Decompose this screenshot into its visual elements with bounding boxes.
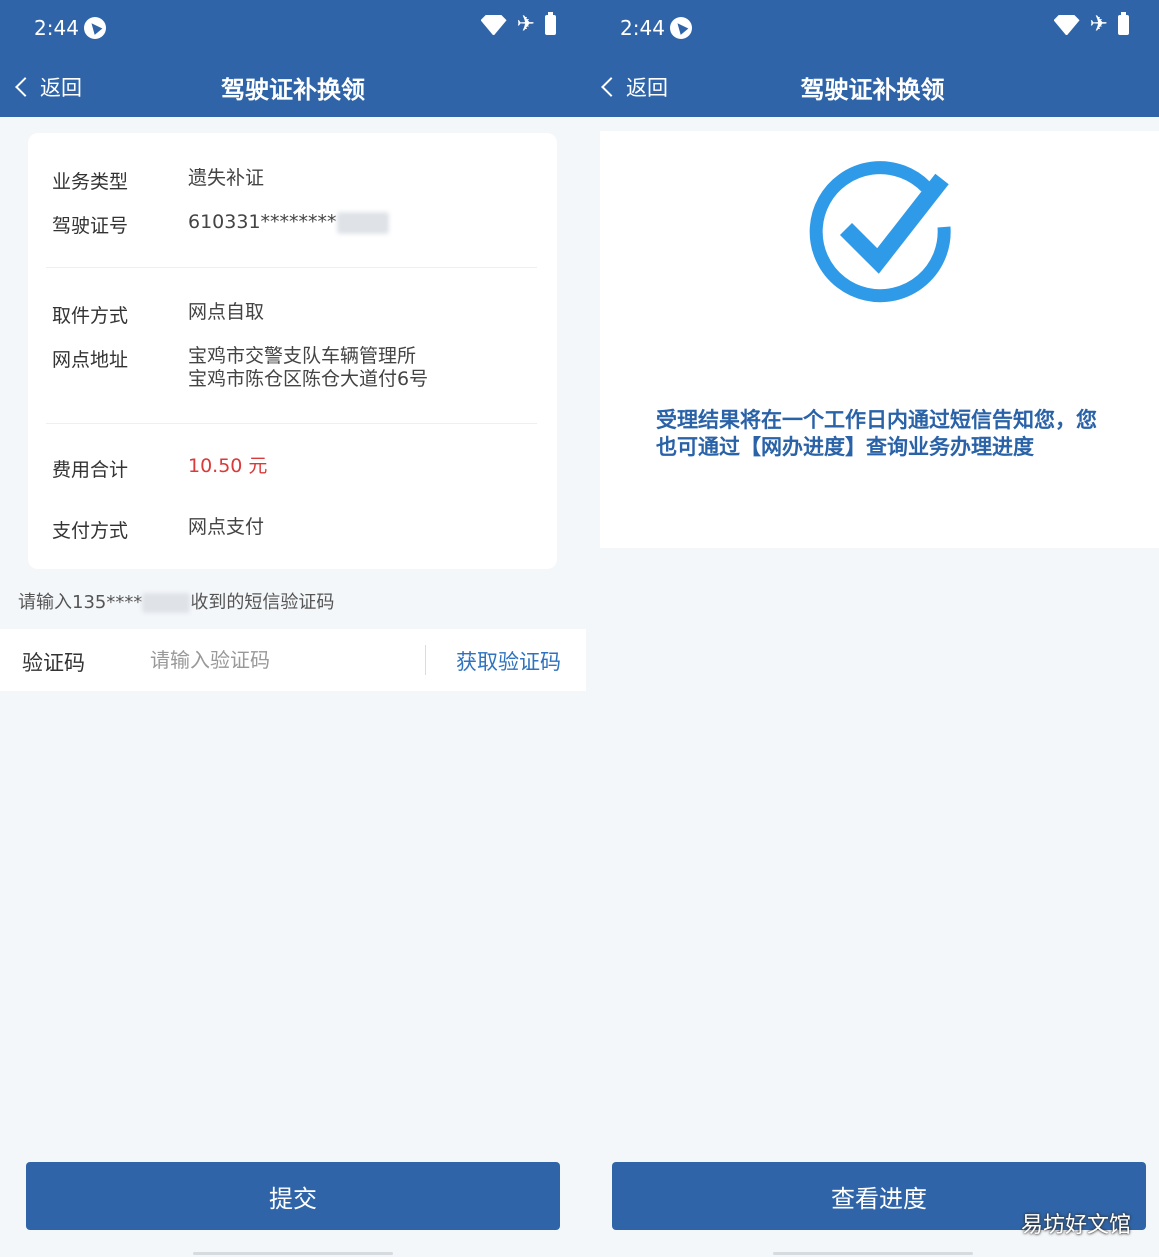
airplane-icon: ✈ — [1089, 12, 1108, 37]
business-type-value: 遗失补证 — [188, 167, 265, 189]
home-indicator — [193, 1252, 393, 1255]
phone-screen-result: 2:44 ✈ 返回 驾驶证补换领 受理结果将在一个工作日内通过短信告知您，您也可… — [586, 0, 1159, 1257]
result-card: 受理结果将在一个工作日内通过短信告知您，您也可通过【网办进度】查询业务办理进度 — [600, 131, 1159, 548]
battery-icon — [1118, 12, 1129, 35]
business-type-label: 业务类型 — [52, 171, 129, 193]
status-time: 2:44 — [620, 16, 665, 40]
status-bar: 2:44 ✈ — [586, 0, 1159, 58]
verification-code-row: 验证码 获取验证码 — [0, 629, 586, 691]
location-arrow-icon — [670, 17, 692, 39]
submit-button[interactable]: 提交 — [26, 1162, 560, 1230]
check-circle-icon — [809, 161, 951, 303]
wifi-icon — [481, 15, 507, 35]
get-code-button[interactable]: 获取验证码 — [456, 646, 561, 676]
page-title: 驾驶证补换领 — [221, 76, 365, 104]
sms-hint-prefix: 请输入135**** — [18, 592, 143, 613]
address-line-1: 宝鸡市交警支队车辆管理所 — [188, 345, 417, 367]
address-line-2: 宝鸡市陈仓区陈仓大道付6号 — [188, 368, 429, 390]
result-message: 受理结果将在一个工作日内通过短信告知您，您也可通过【网办进度】查询业务办理进度 — [656, 408, 1097, 459]
branch-address-label: 网点地址 — [52, 349, 129, 371]
page-title: 驾驶证补换领 — [800, 76, 945, 104]
verification-code-input[interactable] — [150, 643, 410, 677]
verification-code-label: 验证码 — [22, 651, 85, 675]
sms-hint: 请输入135**** 收到的短信验证码 — [18, 588, 334, 614]
branch-address-value: 宝鸡市交警支队车辆管理所 宝鸡市陈仓区陈仓大道付6号 — [188, 345, 428, 391]
battery-icon — [545, 12, 556, 35]
redacted-blur — [142, 593, 191, 613]
airplane-icon: ✈ — [516, 12, 535, 37]
status-icons: ✈ — [1054, 12, 1129, 37]
divider — [46, 267, 537, 268]
status-bar: 2:44 ✈ — [0, 0, 586, 58]
location-arrow-icon — [84, 17, 106, 39]
sms-hint-suffix: 收到的短信验证码 — [190, 592, 335, 613]
pickup-method-label: 取件方式 — [52, 305, 129, 327]
business-type-row: 业务类型 遗失补证 — [52, 167, 264, 194]
application-summary-card: 业务类型 遗失补证 驾驶证号 610331******** 取件方式 网点自取 … — [28, 133, 557, 569]
branch-address-row: 网点地址 宝鸡市交警支队车辆管理所 宝鸡市陈仓区陈仓大道付6号 — [52, 345, 428, 391]
phone-screen-form: 2:44 ✈ 返回 驾驶证补换领 业务类型 遗失补证 驾驶证号 610331**… — [0, 0, 586, 1257]
wifi-icon — [1054, 15, 1080, 35]
license-number-label: 驾驶证号 — [52, 215, 129, 237]
license-number-row: 驾驶证号 610331******** — [52, 211, 389, 238]
payment-method-row: 支付方式 网点支付 — [52, 516, 264, 543]
payment-method-value: 网点支付 — [188, 516, 265, 538]
pickup-method-row: 取件方式 网点自取 — [52, 301, 264, 328]
home-indicator — [773, 1252, 973, 1255]
redacted-blur — [336, 211, 389, 234]
fee-total-value: 10.50 元 — [188, 455, 268, 477]
payment-method-label: 支付方式 — [52, 520, 129, 542]
divider — [425, 645, 426, 675]
license-number-value-wrap: 610331******** — [188, 211, 389, 238]
status-icons: ✈ — [481, 12, 556, 37]
pickup-method-value: 网点自取 — [188, 301, 265, 323]
fee-total-row: 费用合计 10.50 元 — [52, 455, 267, 482]
watermark: 易坊好文馆 — [1020, 1213, 1131, 1238]
divider — [46, 423, 537, 424]
nav-bar: 返回 驾驶证补换领 — [586, 58, 1159, 117]
nav-bar: 返回 驾驶证补换领 — [0, 58, 586, 117]
status-time: 2:44 — [34, 16, 79, 40]
license-number-value: 610331******** — [188, 211, 337, 233]
fee-total-label: 费用合计 — [52, 459, 129, 481]
